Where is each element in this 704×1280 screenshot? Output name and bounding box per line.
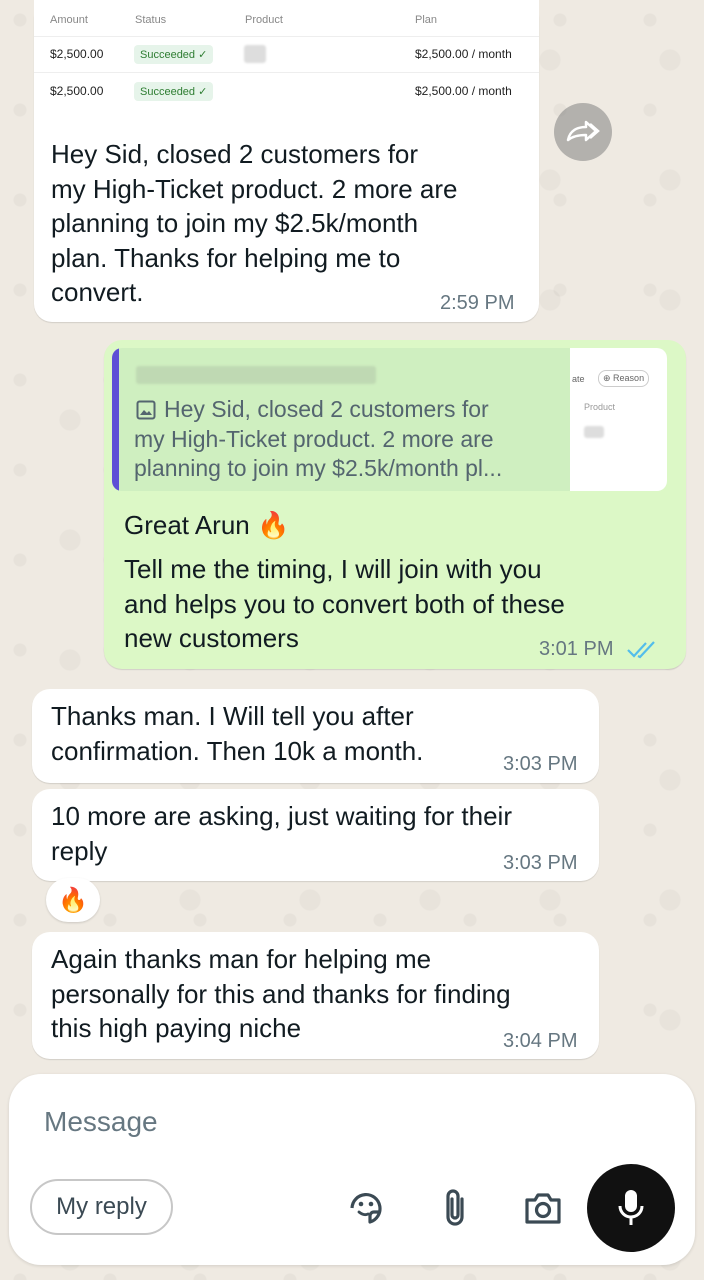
thumb-reason-chip: ⊕ Reason [598, 370, 650, 387]
mic-icon [618, 1190, 644, 1225]
camera-button[interactable] [521, 1186, 565, 1230]
table-cell-amount: $2,500.00 [50, 47, 104, 61]
message-bubble-incoming-4[interactable]: Again thanks man for helping me personal… [32, 932, 599, 1059]
double-check-icon [627, 641, 655, 659]
status-badge: Succeeded ✓ [134, 45, 214, 64]
thumb-label: Reason [613, 373, 645, 383]
table-header-status: Status [135, 14, 167, 26]
quote-accent-bar [112, 348, 119, 491]
message-input[interactable]: Message [44, 1106, 158, 1138]
message-bubble-incoming-1[interactable]: Amount Status Product Plan $2,500.00 Suc… [34, 0, 539, 322]
thumb-label: Product [584, 402, 616, 412]
reply-quote[interactable]: Hey Sid, closed 2 customers for my High-… [112, 348, 667, 491]
table-cell-plan: $2,500.00 / month [415, 84, 512, 98]
voice-record-button[interactable] [587, 1164, 675, 1252]
payment-table-screenshot: Amount Status Product Plan $2,500.00 Suc… [34, 0, 539, 110]
redacted-product [244, 45, 266, 63]
message-composer[interactable]: Message My reply [9, 1074, 695, 1265]
message-text: Great Arun 🔥 [124, 510, 290, 540]
table-header-amount: Amount [50, 14, 88, 26]
forward-button[interactable] [554, 103, 612, 161]
table-cell-plan: $2,500.00 / month [415, 47, 512, 61]
message-bubble-incoming-3[interactable]: 10 more are asking, just waiting for the… [32, 789, 599, 881]
sticker-button[interactable] [344, 1186, 388, 1230]
table-divider [34, 72, 539, 73]
redacted-thumb [584, 426, 604, 438]
table-cell-amount: $2,500.00 [50, 84, 104, 98]
message-time: 2:59 PM [440, 292, 515, 314]
redacted-sender-name [136, 366, 376, 384]
attach-icon [446, 1189, 464, 1226]
message-bubble-incoming-2[interactable]: Thanks man. I Will tell you after confir… [32, 689, 599, 783]
table-header-product: Product [245, 14, 283, 26]
message-text: Thanks man. I Will tell you after confir… [51, 701, 424, 766]
table-header-plan: Plan [415, 14, 438, 26]
message-text: Again thanks man for helping me personal… [51, 944, 511, 1043]
attach-button[interactable] [433, 1186, 477, 1230]
message-time: 3:03 PM [503, 753, 578, 775]
forward-icon [566, 120, 600, 142]
suggested-reply-chip[interactable]: My reply [30, 1179, 173, 1235]
thumb-label: ate [572, 374, 585, 384]
camera-icon [525, 1193, 561, 1224]
table-divider [34, 36, 539, 37]
fire-reaction[interactable]: 🔥 [46, 878, 100, 922]
message-time: 3:01 PM [539, 638, 614, 660]
status-badge: Succeeded ✓ [134, 82, 214, 101]
quoted-message-text: Hey Sid, closed 2 customers for my High-… [134, 396, 503, 481]
message-text: 10 more are asking, just waiting for the… [51, 801, 512, 866]
message-time: 3:04 PM [503, 1030, 578, 1052]
sticker-icon [350, 1192, 382, 1224]
message-text: Hey Sid, closed 2 customers for my High-… [51, 139, 458, 307]
quote-thumbnail: ate ⊕ Reason Product [570, 348, 667, 491]
message-time: 3:03 PM [503, 852, 578, 874]
